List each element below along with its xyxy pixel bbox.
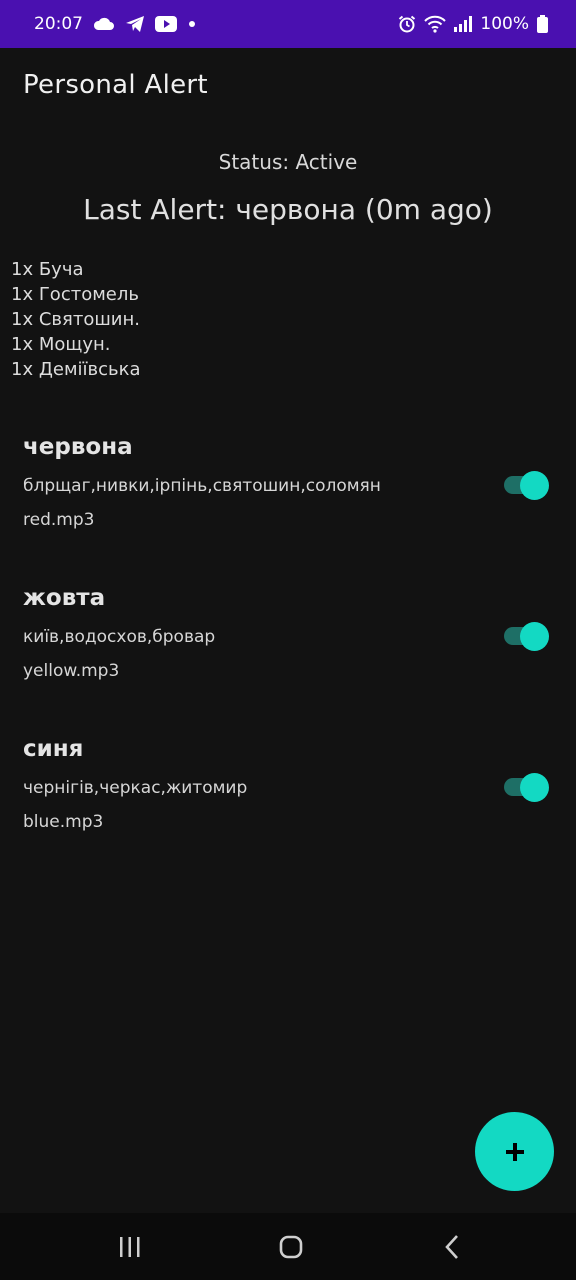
- signal-icon: [454, 16, 473, 32]
- location-item: 1x Мощун.: [11, 334, 111, 355]
- back-button[interactable]: [432, 1231, 472, 1263]
- back-icon: [442, 1234, 462, 1260]
- location-item: 1x Буча: [11, 259, 84, 280]
- battery-percent: 100%: [480, 14, 529, 34]
- battery-icon: [537, 15, 548, 33]
- status-bar-left: 20:07: [34, 14, 197, 34]
- alert-sound: red.mp3: [23, 510, 95, 530]
- last-alert-text: Last Alert: червона (0m ago): [83, 193, 493, 226]
- alarm-icon: [398, 15, 416, 33]
- alert-toggle-switch[interactable]: [504, 621, 550, 651]
- home-button[interactable]: [271, 1231, 311, 1263]
- wifi-icon: [424, 15, 447, 33]
- status-bar-right: 100%: [398, 14, 548, 34]
- telegram-icon: [125, 15, 145, 33]
- alert-name: жовта: [23, 585, 106, 611]
- alert-toggle-switch[interactable]: [504, 772, 550, 802]
- recent-apps-button[interactable]: [110, 1231, 150, 1263]
- alert-sound: blue.mp3: [23, 812, 104, 832]
- dot-icon: [187, 19, 197, 29]
- alert-sound: yellow.mp3: [23, 661, 120, 681]
- home-icon: [278, 1234, 304, 1260]
- system-navigation-bar: [0, 1213, 576, 1280]
- recent-apps-icon: [118, 1236, 142, 1258]
- cloud-icon: [93, 17, 115, 31]
- status-time: 20:07: [34, 14, 83, 34]
- alert-card-yellow[interactable]: жовта київ,водосхов,бровар yellow.mp3: [0, 585, 576, 715]
- switch-thumb: [520, 773, 549, 802]
- alert-regions: київ,водосхов,бровар: [23, 627, 216, 647]
- alert-regions: чернігів,черкас,житомир: [23, 778, 248, 798]
- alert-toggle-switch[interactable]: [504, 470, 550, 500]
- switch-thumb: [520, 622, 549, 651]
- alert-regions: блрщаг,нивки,ірпінь,святошин,соломян: [23, 476, 381, 496]
- add-alert-button[interactable]: [475, 1112, 554, 1191]
- location-item: 1x Святошин.: [11, 309, 140, 330]
- youtube-icon: [155, 16, 177, 32]
- alert-card-red[interactable]: червона блрщаг,нивки,ірпінь,святошин,сол…: [0, 434, 576, 564]
- alert-name: синя: [23, 736, 84, 762]
- location-list: 1x Буча 1x Гостомель 1x Святошин. 1x Мощ…: [11, 257, 141, 382]
- plus-icon: [504, 1141, 526, 1163]
- location-item: 1x Гостомель: [11, 284, 139, 305]
- alert-name: червона: [23, 434, 133, 460]
- status-text: Status: Active: [218, 150, 358, 174]
- system-status-bar: 20:07 100%: [0, 0, 576, 48]
- alert-card-blue[interactable]: синя чернігів,черкас,житомир blue.mp3: [0, 736, 576, 866]
- app-title: Personal Alert: [23, 70, 208, 100]
- switch-thumb: [520, 471, 549, 500]
- location-item: 1x Деміївська: [11, 359, 141, 380]
